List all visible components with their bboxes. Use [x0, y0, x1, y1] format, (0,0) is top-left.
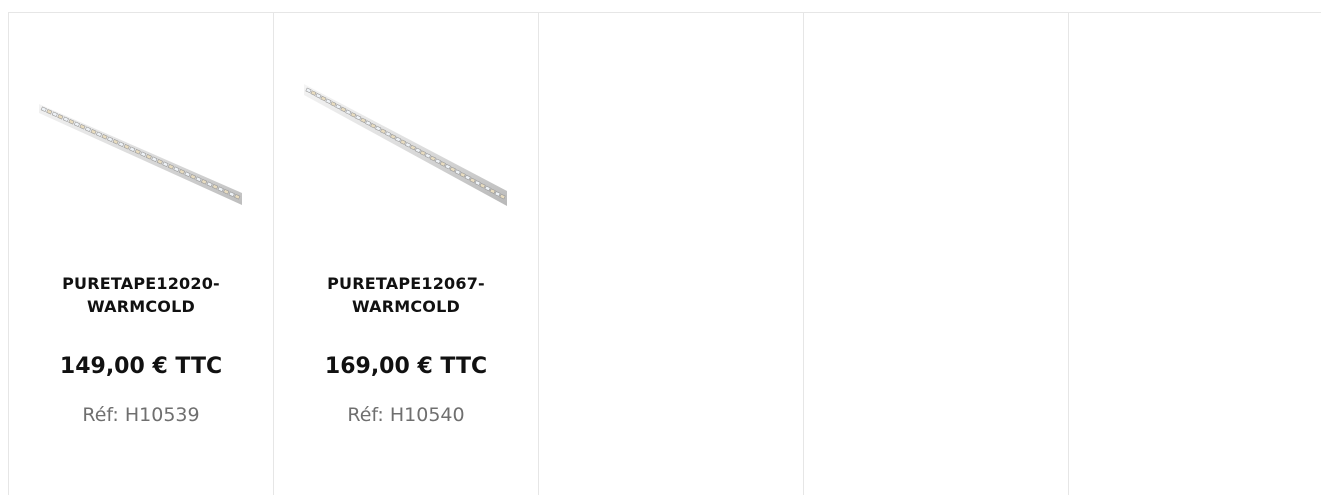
product-reference: Réf: H10540: [274, 402, 538, 428]
product-name[interactable]: PURETAPE12020- WARMCOLD: [19, 272, 263, 318]
ref-label: Réf:: [347, 404, 384, 426]
product-name-line2[interactable]: WARMCOLD: [284, 295, 528, 318]
product-name[interactable]: PURETAPE12067- WARMCOLD: [284, 272, 528, 318]
empty-product-slot: [1069, 13, 1321, 495]
product-card[interactable]: PURETAPE12067- WARMCOLD 169,00 € TTC Réf…: [274, 13, 539, 495]
ref-label: Réf:: [82, 404, 119, 426]
ref-value: H10540: [389, 404, 465, 426]
ref-value: H10539: [124, 404, 200, 426]
product-grid: PURETAPE12020- WARMCOLD 149,00 € TTC Réf…: [8, 12, 1321, 495]
product-card[interactable]: PURETAPE12020- WARMCOLD 149,00 € TTC Réf…: [9, 13, 274, 495]
empty-product-slot: [539, 13, 804, 495]
led-strip-image[interactable]: [39, 83, 242, 208]
product-price: 149,00 € TTC: [59, 354, 223, 379]
led-strip-image[interactable]: [304, 83, 507, 208]
product-name-line1[interactable]: PURETAPE12020-: [19, 272, 263, 295]
product-name-line1[interactable]: PURETAPE12067-: [284, 272, 528, 295]
product-reference: Réf: H10539: [9, 402, 273, 428]
product-price: 169,00 € TTC: [324, 354, 488, 379]
empty-product-slot: [804, 13, 1069, 495]
product-name-line2[interactable]: WARMCOLD: [19, 295, 263, 318]
